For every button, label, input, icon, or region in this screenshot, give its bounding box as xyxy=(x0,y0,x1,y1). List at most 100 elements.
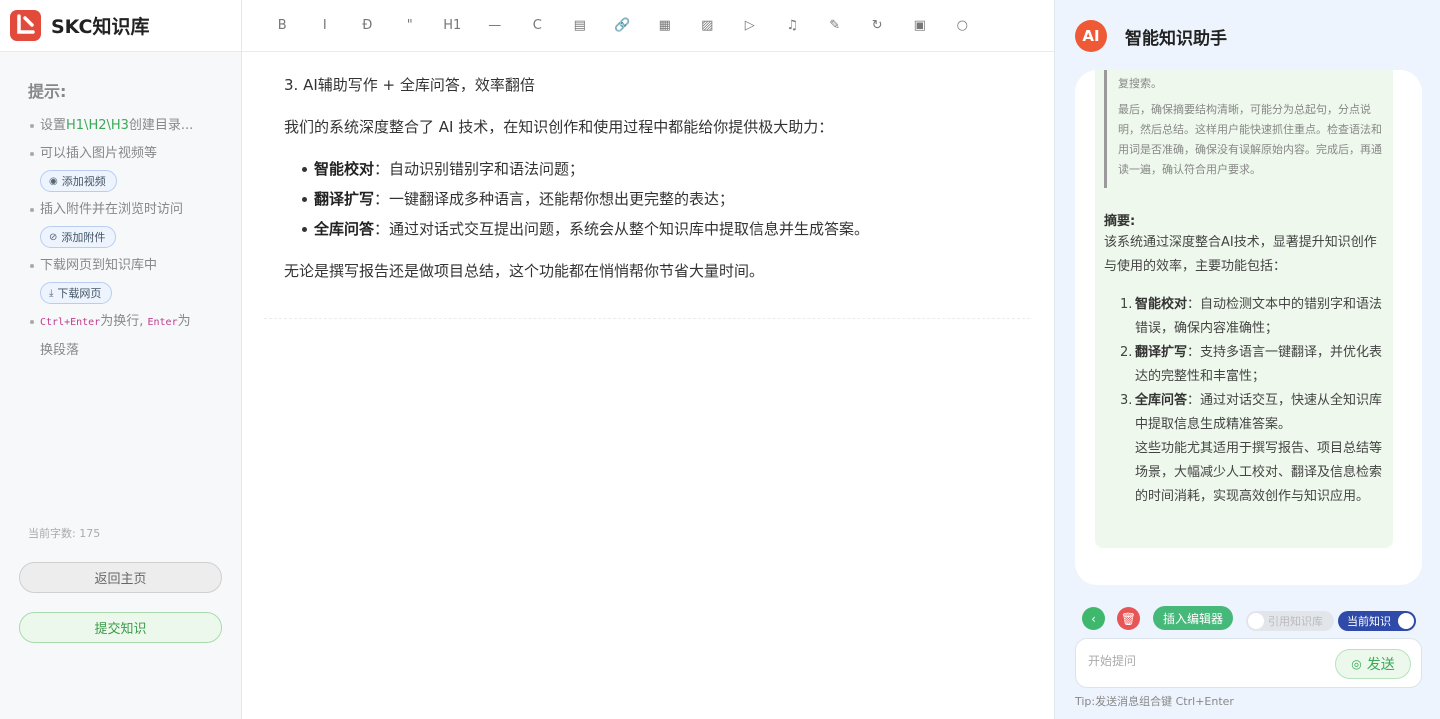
ai-assistant-panel: AI 智能知识助手 复搜索。 最后，确保摘要结构清晰，可能分为总起句，分点说明，… xyxy=(1054,0,1440,719)
tip-media: 可以插入图片视频等 xyxy=(28,140,241,168)
add-attachment-button[interactable]: ⊘ 添加附件 xyxy=(40,226,117,248)
list-item: 全库问答：通过对话式交互提出问题，系统会从整个知识库中提取信息并生成答案。 xyxy=(284,214,1032,244)
delete-trash-icon[interactable]: 🗑 xyxy=(1117,607,1140,630)
list-item-bold: 智能校对 xyxy=(314,160,375,178)
link-icon[interactable]: 🔗 xyxy=(601,11,644,41)
strikethrough-button[interactable]: Đ xyxy=(346,11,389,41)
ai-header: AI 智能知识助手 xyxy=(1055,0,1440,72)
play-circle-icon: ◉ xyxy=(49,175,58,187)
clipboard-icon[interactable]: ▣ xyxy=(899,11,942,41)
question-input[interactable] xyxy=(1088,654,1328,668)
summary-text: 该系统通过深度整合AI技术，显著提升知识创作与使用的效率，主要功能包括： xyxy=(1104,235,1377,274)
list-item: 翻译扩写：一键翻译成多种语言，还能帮你想出更完整的表达； xyxy=(284,184,1032,214)
insert-editor-button[interactable]: 插入编辑器 xyxy=(1153,606,1233,630)
summary-conclusion: 这些功能尤其适用于撰写报告、项目总结等场景，大幅减少人工校对、翻译及信息检索的时… xyxy=(1135,441,1383,504)
left-sidebar: SKC知识库 提示: 设置H1\H2\H3创建目录... 可以插入图片视频等 ◉… xyxy=(0,0,242,719)
back-arrow-icon[interactable]: ‹ xyxy=(1082,607,1105,630)
content-heading: 3. AI辅助写作 + 全库问答，效率翻倍 xyxy=(284,76,535,94)
tip-shortcuts-line2: 换段落 xyxy=(40,343,80,358)
web-link-icon[interactable]: ↻ xyxy=(856,11,899,41)
document-icon[interactable]: ▤ xyxy=(559,11,602,41)
content-closing: 无论是撰写报告还是做项目总结，这个功能都在悄悄帮你节省大量时间。 xyxy=(284,262,765,280)
word-count: 当前字数: 175 xyxy=(28,527,101,540)
reasoning-quote: 复搜索。 最后，确保摘要结构清晰，可能分为总起句，分点说明，然后总结。这样用户能… xyxy=(1104,70,1383,188)
reference-library-toggle[interactable]: 引用知识库 xyxy=(1246,611,1334,631)
shortcut-enter: Enter xyxy=(147,317,178,328)
video-icon[interactable]: ▷ xyxy=(729,11,772,41)
list-item-bold: 翻译扩写 xyxy=(314,190,375,208)
content-intro: 我们的系统深度整合了 AI 技术，在知识创作和使用过程中都能给你提供极大助力： xyxy=(284,118,834,136)
tip-headings-levels: H1\H2\H3 xyxy=(66,118,129,133)
reasoning-text: 复搜索。 xyxy=(1118,77,1162,90)
tip-shortcuts-end: 为 xyxy=(177,314,191,329)
ai-avatar-icon: AI xyxy=(1075,20,1107,52)
italic-button[interactable]: I xyxy=(304,11,347,41)
quote-button[interactable]: " xyxy=(389,11,432,41)
list-item-bold: 翻译扩写 xyxy=(1135,345,1188,360)
logo-bar: SKC知识库 xyxy=(0,0,241,52)
table-icon[interactable]: ▦ xyxy=(644,11,687,41)
ai-action-bar: ‹ 🗑 插入编辑器 引用知识库 当前知识 xyxy=(1082,606,1422,631)
bold-button[interactable]: B xyxy=(261,11,304,41)
tips-panel: 提示: 设置H1\H2\H3创建目录... 可以插入图片视频等 ◉ 添加视频 插… xyxy=(0,52,241,365)
search-icon[interactable]: ○ xyxy=(941,11,984,41)
list-item: 2. 翻译扩写：支持多语言一键翻译，并优化表达的完整性和丰富性； xyxy=(1104,341,1383,389)
toggle-label: 当前知识 xyxy=(1347,615,1391,628)
send-label: 发送 xyxy=(1366,657,1395,673)
tip-headings-prefix: 设置 xyxy=(40,118,67,133)
shortcut-ctrl-enter: Ctrl+Enter xyxy=(40,317,101,328)
add-video-button[interactable]: ◉ 添加视频 xyxy=(40,170,117,192)
skc-logo-icon xyxy=(10,10,41,41)
editor-toolbar: B I Đ " H1 — C ▤ 🔗 ▦ ▨ ▷ ♫ ✎ ↻ ▣ ○ xyxy=(242,0,1054,52)
tip-headings-suffix: 创建目录... xyxy=(128,118,194,133)
ai-message: 复搜索。 最后，确保摘要结构清晰，可能分为总起句，分点说明，然后总结。这样用户能… xyxy=(1095,70,1393,548)
tip-shortcuts: Ctrl+Enter为换行, Enter为 xyxy=(28,308,241,337)
list-number: 1. xyxy=(1120,297,1133,312)
list-number: 3. xyxy=(1120,393,1133,408)
list-item-text: ：通过对话式交互提出问题，系统会从整个知识库中提取信息并生成答案。 xyxy=(374,220,870,238)
heading1-button[interactable]: H1 xyxy=(431,11,474,41)
image-icon[interactable]: ▨ xyxy=(686,11,729,41)
list-item: 3. 全库问答：通过对话交互，快速从全知识库中提取信息生成精准答案。 xyxy=(1104,389,1383,437)
editor-content[interactable]: 3. AI辅助写作 + 全库问答，效率翻倍 我们的系统深度整合了 AI 技术，在… xyxy=(242,52,1032,283)
send-button[interactable]: ◎ 发送 xyxy=(1335,649,1411,679)
list-item: 智能校对：自动识别错别字和语法问题； xyxy=(284,154,1032,184)
chat-bubble-icon: ◎ xyxy=(1351,657,1362,671)
list-item-text: ：一键翻译成多种语言，还能帮你想出更完整的表达； xyxy=(374,190,735,208)
shortcut-tip: Tip:发送消息组合键 Ctrl+Enter xyxy=(1075,695,1234,708)
list-number: 2. xyxy=(1120,345,1133,360)
download-page-button[interactable]: ⤓ 下载网页 xyxy=(40,282,113,304)
list-item-bold: 全库问答 xyxy=(1135,393,1188,408)
list-item: 1. 智能校对：自动检测文本中的错别字和语法错误，确保内容准确性； xyxy=(1104,293,1383,341)
tip-headings: 设置H1\H2\H3创建目录... xyxy=(28,112,241,140)
download-page-label: 下载网页 xyxy=(57,287,102,300)
current-knowledge-toggle[interactable]: 当前知识 xyxy=(1338,611,1416,631)
tips-title: 提示: xyxy=(28,82,67,101)
tip-download: 下载网页到知识库中 xyxy=(28,252,241,280)
toggle-label: 引用知识库 xyxy=(1268,615,1323,628)
toggle-knob xyxy=(1398,613,1414,629)
download-icon: ⤓ xyxy=(49,287,54,299)
editor: B I Đ " H1 — C ▤ 🔗 ▦ ▨ ▷ ♫ ✎ ↻ ▣ ○ 3. AI… xyxy=(242,0,1054,719)
add-attachment-label: 添加附件 xyxy=(61,231,106,244)
content-divider xyxy=(264,318,1030,319)
feature-list: 智能校对：自动识别错别字和语法问题； 翻译扩写：一键翻译成多种语言，还能帮你想出… xyxy=(284,154,1032,244)
summary-title: 摘要: xyxy=(1104,214,1136,229)
paperclip-icon: ⊘ xyxy=(49,231,58,243)
submit-knowledge-button[interactable]: 提交知识 xyxy=(19,612,222,643)
app-logo-text: SKC知识库 xyxy=(51,16,150,38)
horizontal-rule-button[interactable]: — xyxy=(474,11,517,41)
list-item-bold: 全库问答 xyxy=(314,220,375,238)
tip-attachment: 插入附件并在浏览时访问 xyxy=(28,196,241,224)
summary-points: 1. 智能校对：自动检测文本中的错别字和语法错误，确保内容准确性； 2. 翻译扩写：… xyxy=(1104,293,1383,437)
ai-panel-title: 智能知识助手 xyxy=(1125,28,1227,49)
list-item-text: ：自动识别错别字和语法问题； xyxy=(374,160,585,178)
headphones-icon[interactable]: ♫ xyxy=(771,11,814,41)
reasoning-text: 最后，确保摘要结构清晰，可能分为总起句，分点说明，然后总结。这样用户能快速抓住重… xyxy=(1118,103,1382,176)
chat-history[interactable]: 复搜索。 最后，确保摘要结构清晰，可能分为总起句，分点说明，然后总结。这样用户能… xyxy=(1075,70,1422,585)
back-home-button[interactable]: 返回主页 xyxy=(19,562,222,593)
toggle-knob xyxy=(1248,613,1264,629)
attachment-icon[interactable]: ✎ xyxy=(814,11,857,41)
code-button[interactable]: C xyxy=(516,11,559,41)
add-video-label: 添加视频 xyxy=(61,175,106,188)
